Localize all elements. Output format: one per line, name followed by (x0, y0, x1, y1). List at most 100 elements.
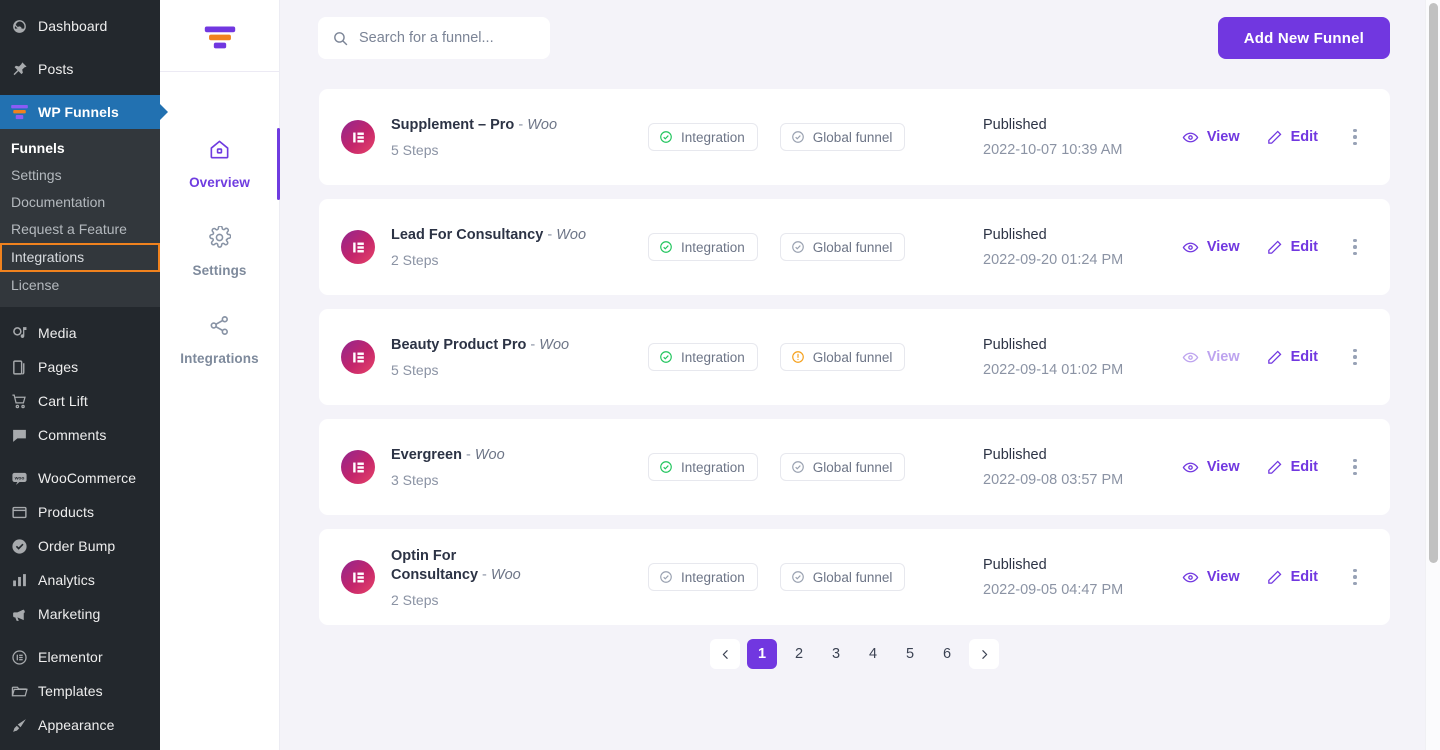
sidebar-item-comments[interactable]: Comments (0, 418, 160, 452)
sidebar-item-label: Analytics (38, 572, 95, 588)
submenu-item-settings[interactable]: Settings (0, 162, 160, 189)
more-options-icon[interactable] (1346, 458, 1364, 476)
integration-badge-label: Integration (681, 239, 745, 255)
table-row[interactable]: Optin For Consultancy - Woo 2 Steps Inte… (319, 529, 1390, 625)
funnel-name-block: Optin For Consultancy - Woo 2 Steps (391, 547, 541, 608)
sidebar-item-wp-funnels[interactable]: WP Funnels (0, 95, 160, 129)
eye-icon (1182, 349, 1199, 366)
brush-icon (9, 715, 29, 735)
funnel-separator: - (547, 227, 553, 243)
sidebar-item-templates[interactable]: Templates (0, 674, 160, 708)
elementor-icon (341, 450, 375, 484)
pagination-page-1[interactable]: 1 (747, 639, 777, 669)
sidebar-item-appearance[interactable]: Appearance (0, 708, 160, 742)
pagination-page-6[interactable]: 6 (932, 639, 962, 669)
view-label: View (1206, 569, 1240, 585)
view-label: View (1206, 459, 1240, 475)
submenu-item-license[interactable]: License (0, 272, 160, 299)
pagination-prev[interactable] (710, 639, 740, 669)
edit-button[interactable]: Edit (1266, 349, 1318, 366)
view-button[interactable]: View (1182, 349, 1240, 366)
funnel-name: Supplement – Pro (391, 117, 515, 133)
elementor-icon (341, 120, 375, 154)
view-button[interactable]: View (1182, 129, 1240, 146)
sidebar-item-cart-lift[interactable]: Cart Lift (0, 384, 160, 418)
publish-date: 2022-09-08 03:57 PM (983, 471, 1124, 488)
check-circle-icon (791, 460, 805, 474)
sidebar-item-elementor[interactable]: Elementor (0, 640, 160, 674)
add-new-funnel-button[interactable]: Add New Funnel (1217, 17, 1390, 59)
search-box[interactable] (318, 17, 550, 59)
sidebar-item-label: Comments (38, 427, 107, 443)
funnel-badges: Integration Global funnel (641, 343, 971, 371)
funnel-name: Beauty Product Pro (391, 337, 527, 353)
table-row[interactable]: Evergreen - Woo 3 Steps Integration Glob… (319, 419, 1390, 515)
more-options-icon[interactable] (1346, 128, 1364, 146)
global-funnel-badge-label: Global funnel (812, 569, 893, 585)
submenu-item-request-a-feature[interactable]: Request a Feature (0, 216, 160, 243)
pencil-icon (1266, 459, 1283, 476)
more-options-icon[interactable] (1346, 238, 1364, 256)
funnel-nav-overview[interactable]: Overview (160, 120, 280, 208)
view-button[interactable]: View (1182, 569, 1240, 586)
funnel-platform: Woo (539, 337, 570, 353)
pencil-icon (1266, 239, 1283, 256)
funnel-identity: Lead For Consultancy - Woo 2 Steps (341, 226, 641, 268)
view-button[interactable]: View (1182, 459, 1240, 476)
edit-button[interactable]: Edit (1266, 569, 1318, 586)
integration-badge-label: Integration (681, 129, 745, 145)
publish-date: 2022-10-07 10:39 AM (983, 141, 1123, 158)
sidebar-item-order-bump[interactable]: Order Bump (0, 529, 160, 563)
funnel-name: Lead For Consultancy (391, 227, 544, 243)
edit-button[interactable]: Edit (1266, 239, 1318, 256)
check-circle-icon (791, 240, 805, 254)
check-circle-icon (9, 536, 29, 556)
table-row[interactable]: Supplement – Pro - Woo 5 Steps Integrati… (319, 89, 1390, 185)
share-nodes-icon (208, 314, 231, 342)
more-options-icon[interactable] (1346, 568, 1364, 586)
sidebar-item-analytics[interactable]: Analytics (0, 563, 160, 597)
global-funnel-badge-label: Global funnel (812, 349, 893, 365)
submenu-item-documentation[interactable]: Documentation (0, 189, 160, 216)
sidebar-item-marketing[interactable]: Marketing (0, 597, 160, 631)
pagination-page-5[interactable]: 5 (895, 639, 925, 669)
sidebar-item-label: Marketing (38, 606, 101, 622)
publish-date: 2022-09-20 01:24 PM (983, 251, 1124, 268)
sidebar-item-label: Appearance (38, 717, 115, 733)
sidebar-item-woocommerce[interactable]: woo WooCommerce (0, 461, 160, 495)
pagination-next[interactable] (969, 639, 999, 669)
pagination-page-2[interactable]: 2 (784, 639, 814, 669)
sidebar-item-media[interactable]: Media (0, 316, 160, 350)
sidebar-item-dashboard[interactable]: Dashboard (0, 9, 160, 43)
view-button[interactable]: View (1182, 239, 1240, 256)
sidebar-item-products[interactable]: Products (0, 495, 160, 529)
sidebar-item-posts[interactable]: Posts (0, 52, 160, 86)
submenu-item-integrations[interactable]: Integrations (0, 243, 160, 272)
edit-button[interactable]: Edit (1266, 459, 1318, 476)
funnel-status-block: Published 2022-09-08 03:57 PM (971, 447, 1182, 488)
funnel-nav-integrations[interactable]: Integrations (160, 296, 279, 384)
submenu-item-funnels[interactable]: Funnels (0, 135, 160, 162)
edit-label: Edit (1290, 459, 1318, 475)
edit-button[interactable]: Edit (1266, 129, 1318, 146)
pencil-icon (1266, 129, 1283, 146)
more-options-icon[interactable] (1346, 348, 1364, 366)
page-scrollbar[interactable] (1425, 0, 1440, 750)
sidebar-item-pages[interactable]: Pages (0, 350, 160, 384)
sidebar-item-label: WP Funnels (38, 104, 119, 120)
search-input[interactable] (359, 30, 536, 46)
integration-badge-label: Integration (681, 569, 745, 585)
sidebar-item-label: Pages (38, 359, 79, 375)
dashboard-icon (9, 16, 29, 36)
table-row[interactable]: Beauty Product Pro - Woo 5 Steps Integra… (319, 309, 1390, 405)
funnel-nav-settings[interactable]: Settings (160, 208, 279, 296)
global-funnel-badge-label: Global funnel (812, 129, 893, 145)
pagination-page-4[interactable]: 4 (858, 639, 888, 669)
eye-icon (1182, 239, 1199, 256)
scrollbar-thumb[interactable] (1429, 3, 1438, 563)
table-row[interactable]: Lead For Consultancy - Woo 2 Steps Integ… (319, 199, 1390, 295)
sidebar-item-label: Order Bump (38, 538, 116, 554)
pagination-page-3[interactable]: 3 (821, 639, 851, 669)
funnel-title: Supplement – Pro - Woo (391, 116, 557, 135)
funnel-badges: Integration Global funnel (641, 453, 971, 481)
